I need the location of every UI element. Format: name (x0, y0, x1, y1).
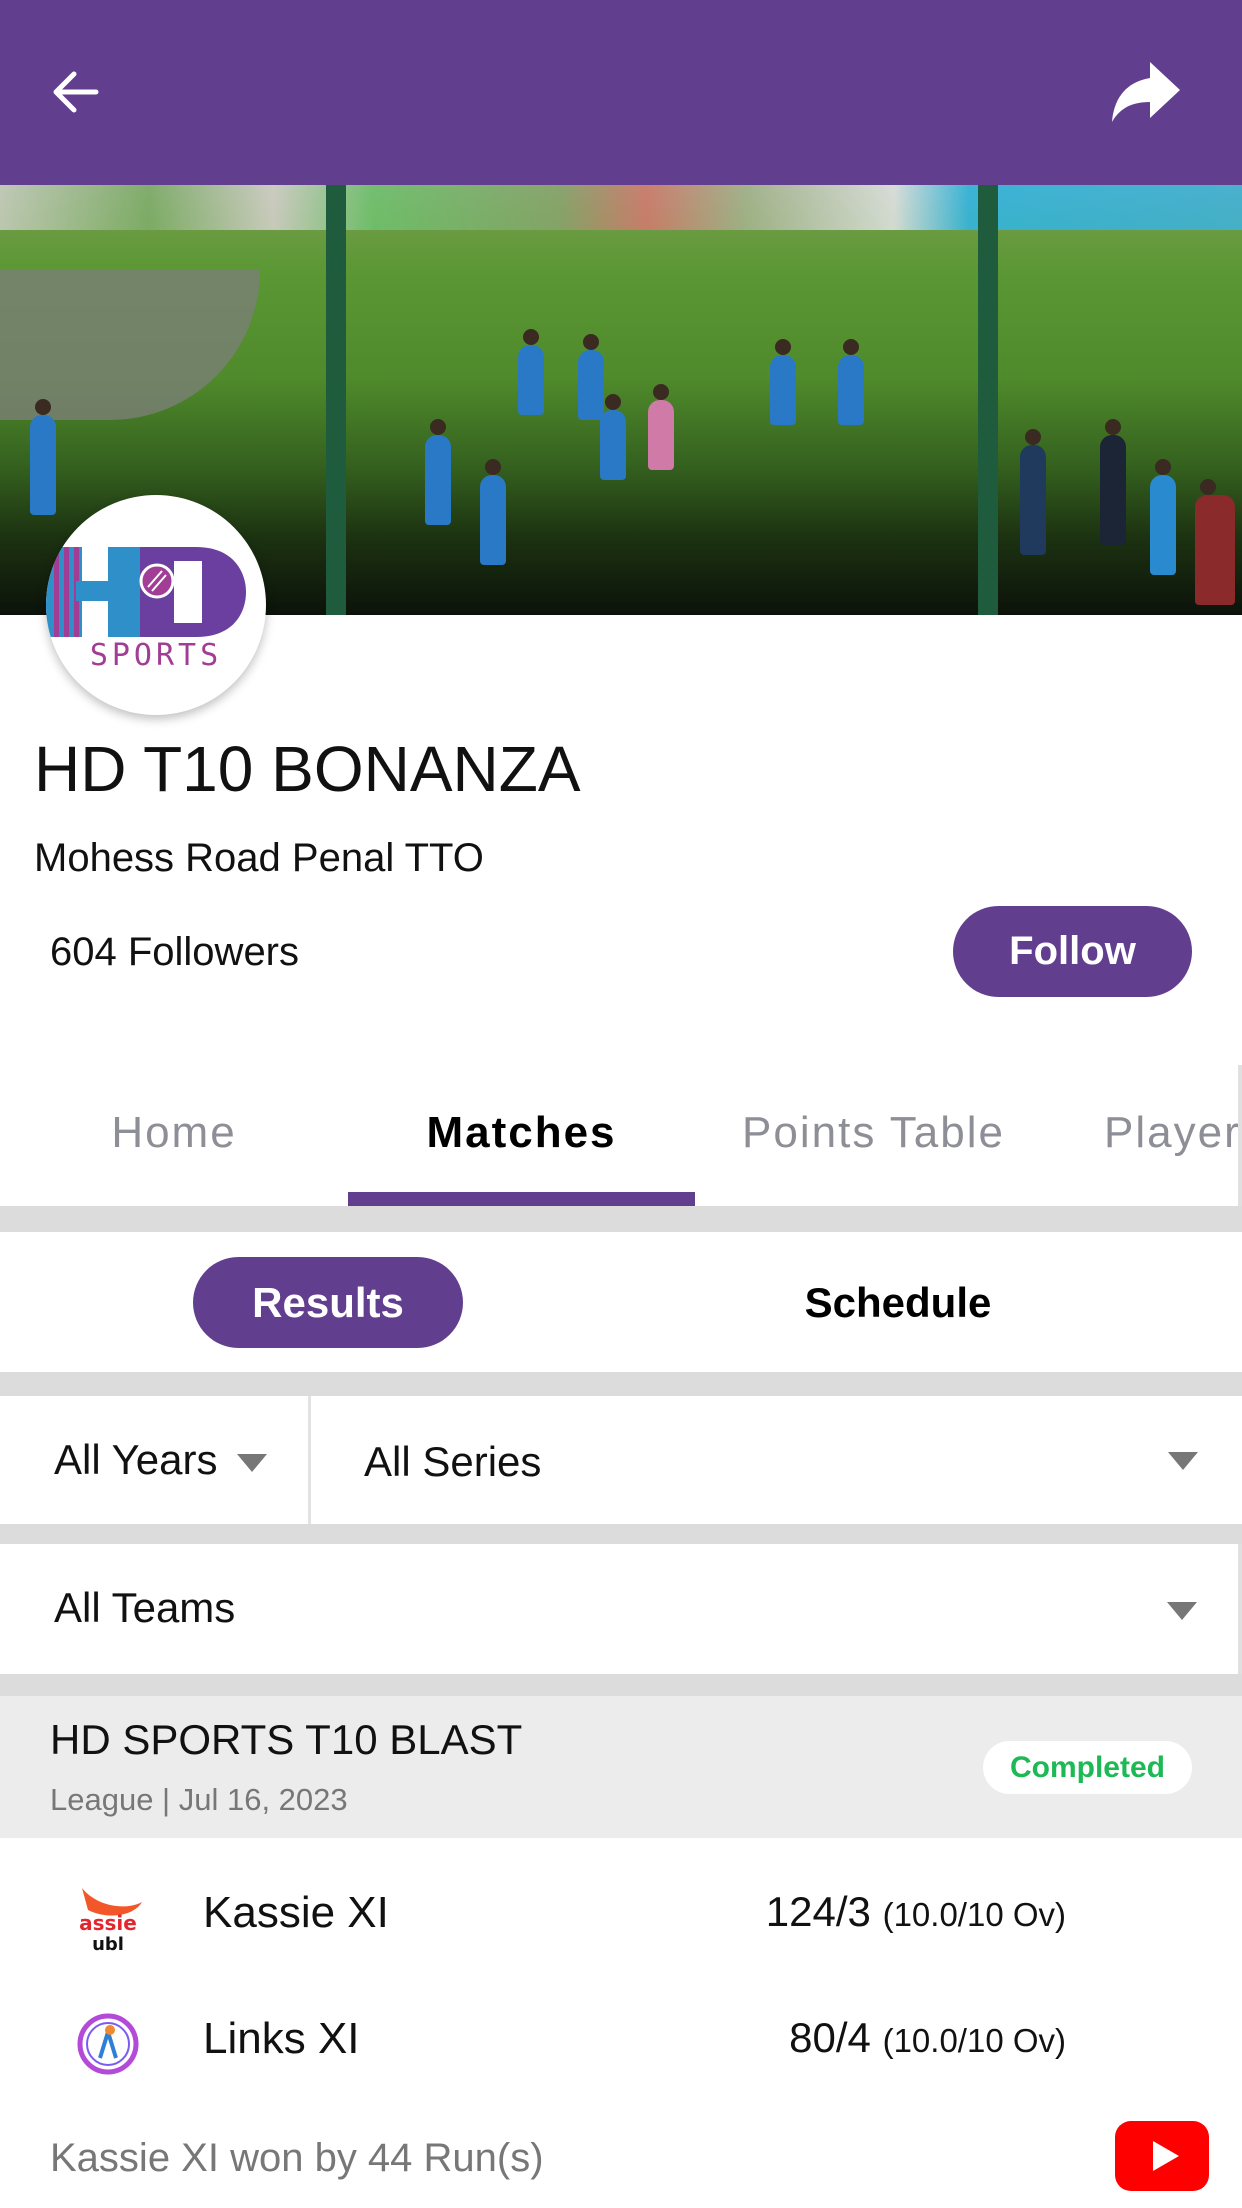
results-schedule-toggle (0, 1232, 1242, 1372)
share-icon[interactable] (1110, 58, 1182, 126)
team-name: Links XI (203, 2014, 360, 2063)
years-dropdown-value: All Years (54, 1436, 218, 1483)
results-button[interactable]: Results (193, 1257, 463, 1348)
cover-player (770, 339, 796, 425)
tabs-scroll-edge (1238, 1065, 1242, 1206)
youtube-icon[interactable] (1115, 2121, 1209, 2191)
team-name: Kassie XI (203, 1888, 389, 1937)
hd-sports-logo-icon: SPORTS (46, 547, 246, 673)
follow-button[interactable]: Follow (953, 906, 1192, 997)
series-dropdown[interactable]: All Series (311, 1396, 1242, 1524)
years-dropdown[interactable]: All Years (0, 1396, 308, 1524)
teams-dropdown[interactable]: All Teams (0, 1544, 1238, 1674)
kassie-xi-logo-icon: assie ubl (79, 1888, 142, 1955)
divider (0, 1206, 1242, 1232)
cover-player (578, 334, 604, 420)
caret-down-icon (237, 1454, 267, 1472)
cover-player (838, 339, 864, 425)
cover-player (1020, 429, 1046, 555)
svg-text:ubl: ubl (92, 1934, 124, 1955)
team-runs: 80/4 (789, 2014, 871, 2061)
caret-down-icon (1167, 1602, 1197, 1620)
cover-player (425, 419, 451, 525)
cover-player (30, 399, 56, 515)
cover-player (1150, 459, 1176, 575)
tournament-logo: SPORTS (46, 495, 266, 715)
cover-pole (326, 185, 346, 615)
active-tab-indicator (348, 1192, 695, 1206)
cover-background-houses (0, 185, 1242, 230)
links-xi-logo-icon (77, 2013, 139, 2075)
teams-dropdown-value: All Teams (54, 1584, 236, 1631)
team-overs: (10.0/10 Ov) (882, 2022, 1066, 2059)
team-score: 80/4 (10.0/10 Ov) (789, 2014, 1066, 2062)
match-result: Kassie XI won by 44 Run(s) (50, 2136, 544, 2180)
caret-down-icon (1168, 1452, 1198, 1470)
tournament-title: HD T10 BONANZA (34, 733, 581, 805)
tab-bar: Home Matches Points Table Player (0, 1060, 1242, 1206)
schedule-button[interactable]: Schedule (760, 1257, 1036, 1348)
cover-player (518, 329, 544, 415)
cover-road (0, 270, 260, 420)
arrow-left-icon[interactable] (46, 60, 110, 124)
tab-player[interactable]: Player (1052, 1060, 1242, 1206)
cover-player (600, 394, 626, 480)
divider (1238, 1544, 1242, 1674)
svg-text:SPORTS: SPORTS (90, 638, 222, 673)
app-bar (0, 0, 1242, 185)
status-badge: Completed (983, 1741, 1192, 1794)
divider (0, 1372, 1242, 1396)
team-score: 124/3 (10.0/10 Ov) (766, 1888, 1066, 1936)
followers-count: 604 Followers (50, 930, 300, 974)
divider (0, 1524, 1242, 1544)
team-overs: (10.0/10 Ov) (882, 1896, 1066, 1933)
tab-points-table[interactable]: Points Table (695, 1060, 1052, 1206)
cover-player (1195, 479, 1235, 605)
series-name: HD SPORTS T10 BLAST (50, 1716, 523, 1763)
series-dropdown-value: All Series (364, 1438, 542, 1485)
cover-player (648, 384, 674, 470)
cover-pole (978, 185, 998, 615)
tournament-location: Mohess Road Penal TTO (34, 836, 484, 880)
cover-player (1100, 419, 1126, 545)
cover-player (480, 459, 506, 565)
match-meta: League | Jul 16, 2023 (50, 1782, 348, 1817)
divider (0, 1674, 1242, 1696)
team-runs: 124/3 (765, 1888, 871, 1935)
svg-text:assie: assie (79, 1911, 137, 1935)
tab-home[interactable]: Home (0, 1060, 348, 1206)
tab-matches[interactable]: Matches (348, 1060, 695, 1206)
